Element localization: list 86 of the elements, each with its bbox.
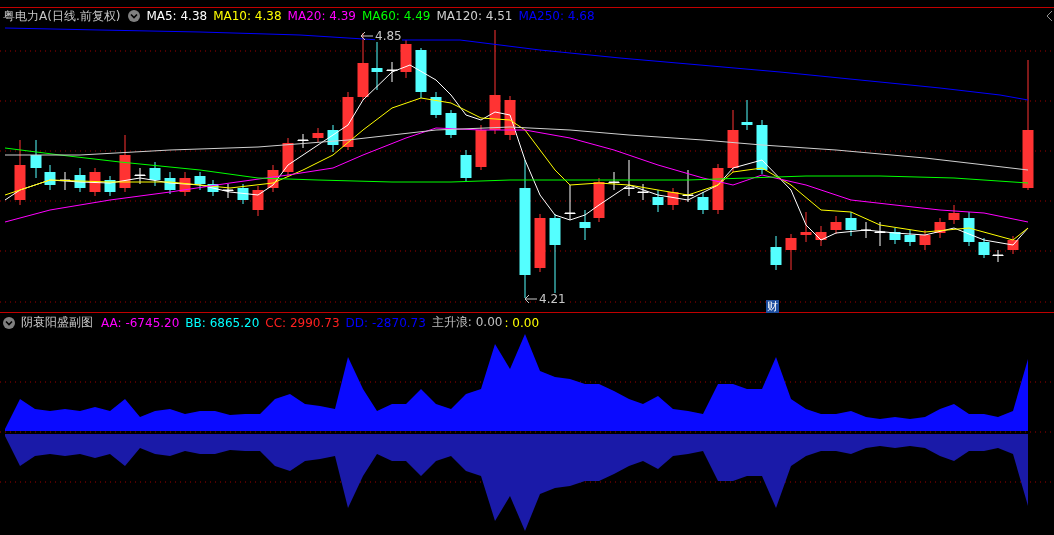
indicator-value: AA: -6745.20 <box>101 315 180 330</box>
candlestick <box>267 164 279 193</box>
indicator-value: BB: 6865.20 <box>185 315 260 330</box>
candlestick <box>800 211 812 243</box>
indicator-value: DD: -2870.73 <box>345 315 426 330</box>
candlestick <box>119 134 131 193</box>
candlestick <box>460 149 472 183</box>
candlestick <box>430 91 442 119</box>
candlestick <box>386 61 398 83</box>
moving-average-label: MA120: 4.51 <box>436 9 513 23</box>
candlestick <box>741 99 753 131</box>
candlestick <box>149 161 161 187</box>
moving-average-label: MA250: 4.68 <box>518 9 595 23</box>
candlestick <box>534 213 546 273</box>
high-price-label: 4.85 <box>375 30 402 42</box>
candlestick <box>712 163 724 215</box>
candlestick <box>785 233 797 271</box>
candlestick <box>727 109 739 173</box>
candlestick <box>327 124 339 153</box>
candlestick <box>342 91 354 151</box>
candlestick <box>608 171 620 191</box>
candlestick <box>297 133 309 149</box>
candlestick <box>207 179 219 197</box>
candlestick <box>904 229 916 247</box>
candlestick <box>756 119 768 175</box>
candlestick <box>830 215 842 235</box>
candlestick <box>637 183 649 201</box>
candlestick <box>357 32 369 101</box>
candlestick <box>475 124 487 171</box>
candlestick <box>312 127 324 143</box>
candlestick <box>623 159 635 197</box>
candlestick <box>164 171 176 195</box>
moving-average-label: MA20: 4.39 <box>287 9 356 23</box>
candlestick <box>282 137 294 177</box>
candlestick <box>697 191 709 215</box>
collapse-icon[interactable] <box>1046 10 1053 22</box>
candlestick <box>194 171 206 191</box>
candlestick <box>770 235 782 271</box>
candlestick <box>504 95 516 141</box>
candlestick <box>919 229 931 251</box>
candlestick <box>179 171 191 197</box>
low-price-label: 4.21 <box>539 293 566 305</box>
indicator-title: 阴衰阳盛副图 <box>21 314 93 331</box>
indicator-value: 主升浪: 0.00 <box>431 314 503 331</box>
candlestick <box>948 204 960 225</box>
candlestick <box>14 139 26 206</box>
candlestick <box>1007 235 1019 255</box>
candlestick <box>579 209 591 241</box>
dropdown-icon[interactable] <box>3 316 15 329</box>
arrow-icon <box>360 31 374 41</box>
moving-average-label: MA10: 4.38 <box>213 9 282 23</box>
candlestick <box>89 167 101 197</box>
candlestick <box>593 177 605 223</box>
candlestick <box>400 39 412 79</box>
candlestick <box>992 249 1004 263</box>
candlestick <box>874 221 886 247</box>
candlestick <box>860 221 872 239</box>
candlestick <box>237 183 249 205</box>
candlestick <box>682 169 694 203</box>
candlestick <box>889 227 901 245</box>
dropdown-icon[interactable] <box>128 10 141 22</box>
moving-average-label: MA5: 4.38 <box>146 9 208 23</box>
candlestick <box>934 217 946 239</box>
candlestick <box>815 225 827 247</box>
candlestick <box>104 175 116 197</box>
candlestick <box>652 189 664 213</box>
candlestick <box>252 185 264 217</box>
candlestick <box>445 109 457 139</box>
stock-title: 粤电力A(日线.前复权) <box>3 7 121 25</box>
candlestick <box>134 167 146 185</box>
candlestick <box>30 139 42 179</box>
arrow-icon <box>524 294 538 304</box>
candlestick <box>845 211 857 237</box>
candlestick <box>222 183 234 199</box>
candlestick <box>963 211 975 247</box>
candlestick <box>667 187 679 211</box>
candlestick <box>59 171 71 191</box>
candlestick <box>978 237 990 259</box>
indicator-value: : 0.00 <box>504 315 539 330</box>
candlestick <box>564 184 576 221</box>
indicator-value: CC: 2990.73 <box>265 315 340 330</box>
candlestick <box>74 167 86 193</box>
candlestick <box>415 47 427 99</box>
moving-average-label: MA60: 4.49 <box>362 9 431 23</box>
finance-badge[interactable]: 财 <box>766 300 779 313</box>
candlestick <box>44 164 56 191</box>
